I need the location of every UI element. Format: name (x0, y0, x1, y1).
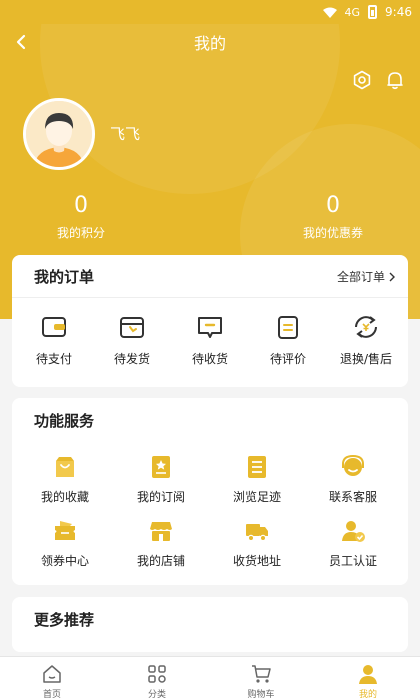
username[interactable]: 飞飞 (110, 123, 140, 144)
calendar-icon (120, 317, 144, 338)
service-label: 我的收藏 (40, 490, 89, 504)
page-title: 我的 (193, 34, 226, 53)
coupons-label: 我的优惠券 (302, 226, 363, 240)
all-orders-link[interactable]: 全部订单 (337, 268, 396, 285)
order-pending-shipment[interactable]: 待发货 (93, 313, 171, 367)
points-stat[interactable]: 0 我的积分 (11, 193, 151, 241)
order-item-label: 待发货 (113, 352, 150, 366)
service-my-store[interactable]: 我的店铺 (115, 518, 207, 569)
tab-profile[interactable]: 我的 (328, 663, 408, 700)
bell-icon[interactable] (385, 70, 405, 90)
chevron-left-icon (16, 34, 26, 50)
grid-icon (148, 665, 166, 683)
points-value: 0 (74, 193, 88, 218)
nav-bar: 我的 (0, 24, 420, 60)
wallet-icon (42, 317, 66, 337)
divider (12, 297, 408, 298)
service-label: 我的订阅 (136, 490, 185, 504)
orders-card: 我的订单 全部订单 待支付 待发货 待收货 待评价 退换/售后 (12, 255, 408, 387)
service-history[interactable]: 浏览足迹 (211, 454, 303, 505)
tab-categories[interactable]: 分类 (117, 663, 197, 700)
tab-label: 购物车 (247, 690, 275, 700)
service-label: 浏览足迹 (232, 490, 281, 504)
list-doc-icon (248, 456, 266, 478)
home-icon (43, 665, 61, 683)
service-staff-verification[interactable]: 员工认证 (307, 518, 399, 569)
service-label: 领券中心 (40, 554, 89, 568)
back-button[interactable] (8, 29, 34, 55)
cart-icon (252, 665, 271, 683)
tab-home[interactable]: 首页 (12, 663, 92, 700)
order-item-label: 退换/售后 (339, 352, 393, 366)
service-subscriptions[interactable]: 我的订阅 (115, 454, 207, 505)
order-item-label: 待收货 (191, 352, 228, 366)
order-pending-review[interactable]: 待评价 (249, 313, 327, 367)
tab-label: 分类 (147, 690, 166, 700)
signal-text: 4G (344, 5, 361, 19)
status-bar: 4G 9:46 (0, 0, 420, 24)
exchange-icon (355, 316, 377, 338)
more-title: 更多推荐 (34, 611, 95, 629)
order-pending-payment[interactable]: 待支付 (15, 313, 93, 367)
settings-icon[interactable] (352, 70, 372, 90)
message-box-icon (198, 317, 222, 338)
coupons-value: 0 (326, 193, 340, 218)
tab-cart[interactable]: 购物车 (221, 663, 301, 700)
all-orders-label: 全部订单 (336, 270, 385, 284)
tab-label: 我的 (358, 690, 377, 700)
service-label: 我的店铺 (136, 554, 185, 568)
order-after-sales[interactable]: 退换/售后 (327, 313, 405, 367)
service-label: 联系客服 (328, 490, 377, 504)
bookmark-star-icon (152, 456, 170, 478)
order-item-label: 待评价 (269, 352, 306, 366)
truck-icon (246, 524, 268, 542)
service-favorites[interactable]: 我的收藏 (19, 454, 111, 505)
coupons-stat[interactable]: 0 我的优惠券 (263, 193, 403, 241)
clipboard-icon (278, 316, 298, 339)
avatar-person-icon (26, 101, 92, 167)
ticket-icon (55, 521, 75, 540)
service-shipping-address[interactable]: 收货地址 (211, 518, 303, 569)
service-label: 收货地址 (232, 554, 281, 568)
order-item-label: 待支付 (35, 352, 72, 366)
service-label: 员工认证 (328, 554, 377, 568)
services-title: 功能服务 (34, 412, 95, 430)
battery-icon (368, 5, 378, 19)
points-label: 我的积分 (56, 226, 105, 240)
avatar[interactable] (23, 98, 95, 170)
bottom-tab-bar: 首页 分类 购物车 我的 (0, 656, 420, 700)
tab-label: 首页 (42, 690, 61, 700)
service-customer-support[interactable]: 联系客服 (307, 454, 399, 505)
wifi-icon (322, 7, 337, 18)
services-card: 功能服务 我的收藏 我的订阅 浏览足迹 联系客服 领券中心 我的店铺 收货地址 … (12, 398, 408, 585)
status-time: 9:46 (385, 5, 412, 19)
service-coupon-center[interactable]: 领券中心 (19, 518, 111, 569)
bag-icon (56, 457, 74, 477)
chevron-right-icon (389, 272, 395, 281)
order-pending-receipt[interactable]: 待收货 (171, 313, 249, 367)
user-check-icon (342, 521, 365, 542)
headset-icon (342, 454, 364, 476)
store-icon (150, 522, 172, 541)
more-recommendations-card: 更多推荐 (12, 597, 408, 652)
person-icon (359, 665, 377, 684)
orders-title: 我的订单 (34, 268, 95, 286)
